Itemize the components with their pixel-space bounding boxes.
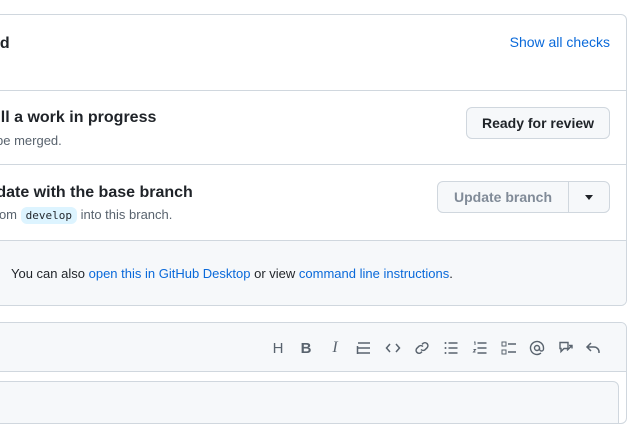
code-icon[interactable] bbox=[384, 339, 402, 357]
draft-section: till a work in progress be merged. Ready… bbox=[0, 91, 626, 165]
cross-reference-icon[interactable] bbox=[557, 339, 575, 357]
update-branch-button-group: Update branch bbox=[437, 181, 610, 213]
task-list-icon[interactable] bbox=[500, 339, 518, 357]
ordered-list-icon[interactable] bbox=[471, 339, 489, 357]
branch-subtitle-prefix: from bbox=[0, 207, 17, 222]
tips-middle: or view bbox=[254, 266, 296, 281]
update-branch-button[interactable]: Update branch bbox=[437, 181, 569, 213]
link-icon[interactable] bbox=[413, 339, 431, 357]
branch-section: -date with the base branch from develop … bbox=[0, 165, 626, 241]
command-line-instructions-link[interactable]: command line instructions bbox=[299, 266, 449, 281]
branch-title: -date with the base branch bbox=[0, 184, 193, 201]
mention-icon[interactable] bbox=[528, 339, 546, 357]
base-branch-name: develop bbox=[20, 207, 77, 224]
update-branch-dropdown-button[interactable] bbox=[568, 181, 610, 213]
show-all-checks-link[interactable]: Show all checks bbox=[510, 34, 610, 50]
reply-icon[interactable] bbox=[584, 339, 602, 357]
tips-text: You can also open this in GitHub Desktop… bbox=[11, 266, 453, 281]
unordered-list-icon[interactable] bbox=[442, 339, 460, 357]
comment-textarea[interactable] bbox=[0, 381, 619, 423]
italic-icon[interactable]: I bbox=[326, 339, 344, 357]
draft-subtitle: be merged. bbox=[0, 133, 62, 148]
merge-box: ed Show all checks till a work in progre… bbox=[0, 14, 627, 306]
tips-section: You can also open this in GitHub Desktop… bbox=[0, 241, 626, 305]
checks-title: ed bbox=[0, 35, 10, 52]
tips-prefix: You can also bbox=[11, 266, 85, 281]
chevron-down-icon bbox=[585, 194, 593, 200]
tips-suffix: . bbox=[449, 266, 453, 281]
draft-title: till a work in progress bbox=[0, 109, 157, 126]
markdown-toolbar: H B I bbox=[0, 323, 626, 372]
ready-for-review-button[interactable]: Ready for review bbox=[466, 107, 610, 139]
comment-box: H B I bbox=[0, 322, 627, 424]
quote-icon[interactable] bbox=[355, 339, 373, 357]
checks-section: ed Show all checks bbox=[0, 15, 626, 91]
bold-icon[interactable]: B bbox=[297, 339, 315, 357]
branch-subtitle-suffix: into this branch. bbox=[80, 207, 173, 222]
branch-subtitle: from develop into this branch. bbox=[0, 207, 173, 224]
github-desktop-link[interactable]: open this in GitHub Desktop bbox=[89, 266, 251, 281]
heading-icon[interactable]: H bbox=[269, 339, 287, 357]
